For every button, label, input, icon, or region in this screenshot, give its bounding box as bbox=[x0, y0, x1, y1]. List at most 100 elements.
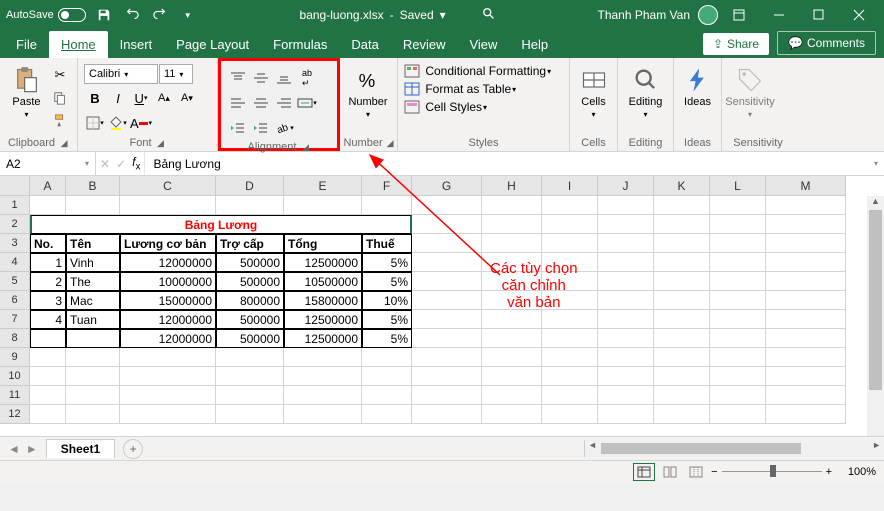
cell[interactable]: 500000 bbox=[216, 272, 284, 291]
col-header[interactable]: D bbox=[216, 176, 284, 196]
zoom-level[interactable]: 100% bbox=[836, 466, 876, 478]
cell[interactable]: 5% bbox=[362, 272, 412, 291]
tab-view[interactable]: View bbox=[457, 31, 509, 58]
row-header[interactable]: 8 bbox=[0, 329, 30, 348]
cell[interactable]: 10000000 bbox=[120, 272, 216, 291]
cell[interactable]: 5% bbox=[362, 310, 412, 329]
col-header[interactable]: J bbox=[598, 176, 654, 196]
save-icon[interactable] bbox=[94, 5, 114, 25]
fill-color-button[interactable]: ▾ bbox=[107, 112, 129, 134]
col-header[interactable]: E bbox=[284, 176, 362, 196]
row-header[interactable]: 9 bbox=[0, 348, 30, 367]
alignment-launcher-icon[interactable]: ◢ bbox=[300, 142, 310, 152]
col-header[interactable]: A bbox=[30, 176, 66, 196]
cut-icon[interactable]: ✂ bbox=[49, 64, 71, 86]
font-launcher-icon[interactable]: ◢ bbox=[156, 138, 166, 148]
col-header[interactable]: F bbox=[362, 176, 412, 196]
row-header[interactable]: 5 bbox=[0, 272, 30, 291]
cell[interactable]: Thuế bbox=[362, 234, 412, 253]
cell[interactable]: 10500000 bbox=[284, 272, 362, 291]
cell[interactable] bbox=[30, 329, 66, 348]
bold-button[interactable]: B bbox=[84, 87, 106, 109]
cell[interactable] bbox=[66, 329, 120, 348]
orientation-icon[interactable]: ab▾ bbox=[273, 117, 295, 139]
col-header[interactable]: K bbox=[654, 176, 710, 196]
tab-insert[interactable]: Insert bbox=[108, 31, 165, 58]
cell[interactable]: 1 bbox=[30, 253, 66, 272]
name-box[interactable]: A2▾ bbox=[0, 152, 96, 175]
row-header[interactable]: 7 bbox=[0, 310, 30, 329]
cell[interactable]: 2 bbox=[30, 272, 66, 291]
zoom-in-icon[interactable]: + bbox=[826, 466, 832, 478]
number-launcher-icon[interactable]: ◢ bbox=[387, 138, 394, 148]
cell[interactable]: 12500000 bbox=[284, 329, 362, 348]
prev-sheet-icon[interactable]: ◄ bbox=[8, 442, 20, 456]
cells-button[interactable]: Cells▾ bbox=[576, 64, 611, 121]
increase-indent-icon[interactable] bbox=[250, 117, 272, 139]
add-sheet-button[interactable]: + bbox=[123, 439, 143, 459]
row-header[interactable]: 2 bbox=[0, 215, 30, 234]
align-right-icon[interactable] bbox=[273, 92, 295, 114]
cell-title[interactable]: Bảng Lương bbox=[30, 215, 412, 234]
col-header[interactable]: M bbox=[766, 176, 846, 196]
cell[interactable]: Trợ cấp bbox=[216, 234, 284, 253]
cell[interactable]: 15800000 bbox=[284, 291, 362, 310]
tab-formulas[interactable]: Formulas bbox=[261, 31, 339, 58]
tab-home[interactable]: Home bbox=[49, 31, 108, 58]
zoom-slider[interactable] bbox=[722, 470, 822, 473]
borders-button[interactable]: ▾ bbox=[84, 112, 106, 134]
avatar[interactable] bbox=[698, 5, 718, 25]
select-all-corner[interactable] bbox=[0, 176, 30, 196]
wrap-text-button[interactable]: ab↵ bbox=[296, 67, 318, 89]
cell[interactable]: The bbox=[66, 272, 120, 291]
cell[interactable]: Mac bbox=[66, 291, 120, 310]
cell[interactable]: 5% bbox=[362, 253, 412, 272]
align-bottom-icon[interactable] bbox=[273, 67, 295, 89]
row-header[interactable]: 10 bbox=[0, 367, 30, 386]
fx-icon[interactable]: fx bbox=[132, 155, 140, 172]
merge-center-button[interactable]: ▾ bbox=[296, 92, 318, 114]
page-break-view-icon[interactable] bbox=[685, 463, 707, 481]
next-sheet-icon[interactable]: ► bbox=[26, 442, 38, 456]
redo-icon[interactable] bbox=[150, 5, 170, 25]
tab-page-layout[interactable]: Page Layout bbox=[164, 31, 261, 58]
tab-help[interactable]: Help bbox=[509, 31, 560, 58]
ribbon-options-icon[interactable] bbox=[720, 0, 758, 30]
font-name-combo[interactable]: Calibri▾ bbox=[84, 64, 158, 84]
cell[interactable]: 15000000 bbox=[120, 291, 216, 310]
conditional-formatting-button[interactable]: Conditional Formatting▾ bbox=[404, 64, 551, 78]
minimize-icon[interactable] bbox=[760, 0, 798, 30]
copy-icon[interactable] bbox=[49, 87, 71, 109]
col-header[interactable]: L bbox=[710, 176, 766, 196]
cell[interactable]: Tuan bbox=[66, 310, 120, 329]
cell[interactable]: 12500000 bbox=[284, 310, 362, 329]
editing-button[interactable]: Editing▾ bbox=[624, 64, 667, 121]
col-header[interactable]: I bbox=[542, 176, 598, 196]
cell[interactable]: Tổng bbox=[284, 234, 362, 253]
format-painter-icon[interactable] bbox=[49, 110, 71, 132]
number-format-button[interactable]: % Number▾ bbox=[346, 64, 390, 121]
qat-dropdown-icon[interactable]: ▼ bbox=[178, 5, 198, 25]
sheet-tab[interactable]: Sheet1 bbox=[46, 439, 115, 458]
cell[interactable]: 12500000 bbox=[284, 253, 362, 272]
underline-button[interactable]: U▾ bbox=[130, 87, 152, 109]
comments-button[interactable]: 💬Comments bbox=[777, 31, 876, 55]
sensitivity-button[interactable]: Sensitivity▾ bbox=[728, 64, 772, 121]
cell[interactable]: Vinh bbox=[66, 253, 120, 272]
align-left-icon[interactable] bbox=[227, 92, 249, 114]
cell[interactable]: 4 bbox=[30, 310, 66, 329]
row-header[interactable]: 1 bbox=[0, 196, 30, 215]
cell[interactable]: 500000 bbox=[216, 310, 284, 329]
cell[interactable]: Tên bbox=[66, 234, 120, 253]
cell[interactable]: 3 bbox=[30, 291, 66, 310]
cell[interactable]: 5% bbox=[362, 329, 412, 348]
ideas-button[interactable]: Ideas bbox=[680, 64, 715, 110]
align-top-icon[interactable] bbox=[227, 67, 249, 89]
align-middle-icon[interactable] bbox=[250, 67, 272, 89]
font-size-combo[interactable]: 11▾ bbox=[159, 64, 193, 84]
font-color-button[interactable]: A▾ bbox=[130, 112, 152, 134]
close-icon[interactable] bbox=[840, 0, 878, 30]
cell[interactable]: 12000000 bbox=[120, 310, 216, 329]
cell[interactable]: 500000 bbox=[216, 253, 284, 272]
decrease-indent-icon[interactable] bbox=[227, 117, 249, 139]
